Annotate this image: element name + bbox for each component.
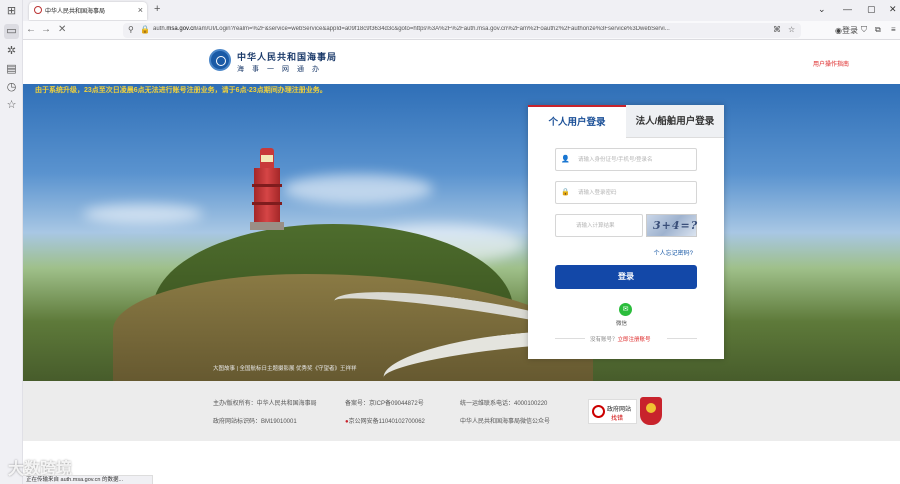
footer-hotline: 统一运维联系电话：4000100220 [460,401,548,407]
browser-status-bar: 正在传输来自 auth.msa.gov.cn 的数据... [23,475,153,484]
login-panel: 个人用户登录 法人/船舶用户登录 👤 🔒 3+4=? 个人忘记密码? 登录 ✉ … [528,105,724,359]
extensions-icon[interactable]: ✲ [4,44,19,59]
tab-list-icon[interactable]: ▭ [4,24,19,39]
divider [555,338,585,339]
tab-corporate-login[interactable]: 法人/船舶用户登录 [626,105,724,138]
site-info-icon[interactable]: ⚲ [128,25,134,34]
forgot-password-link[interactable]: 个人忘记密码? [654,248,693,257]
browser-sidebar: ⊞ ▭ ✲ ▤ ◷ ☆ [0,0,23,484]
footer-wechat-account[interactable]: 中华人民共和国海事局微信公众号 [460,416,550,425]
bookmarks-icon[interactable]: ▤ [4,62,19,77]
shield-icon[interactable]: ⛉ [861,25,867,35]
lighthouse-base [250,222,284,230]
lighthouse-glass [261,155,273,162]
user-guide-link[interactable]: 用户操作指南 [813,59,849,68]
cloud-shape [83,204,203,224]
sidebar-toggle-icon[interactable]: ⊞ [4,4,19,19]
search-icon [592,405,605,418]
maximize-icon[interactable]: ▢ [867,4,876,15]
bookmark-star-icon[interactable]: ☆ [788,25,795,34]
site-title: 中华人民共和国海事局 [237,52,338,62]
captcha-image[interactable]: 3+4=? [646,214,697,237]
address-bar[interactable]: ⚲ 🔒 auth.msa.gov.cn/am/UI/Login?realm=%2… [123,23,801,38]
extensions-puzzle-icon[interactable]: ⧉ [875,25,881,35]
msa-emblem-icon [209,49,231,71]
login-button[interactable]: 登录 [555,265,697,289]
photo-caption: 大图故事 | 全国航标日主题摄影展 优秀奖《守望者》王祥祥 [213,366,357,372]
tab-strip: 中华人民共和国海事局 × + ⌄ — ▢ ✕ [23,0,900,21]
divider [667,338,697,339]
register-link[interactable]: 立即注册账号 [618,337,651,343]
tab-personal-login[interactable]: 个人用户登录 [528,105,626,138]
wechat-icon[interactable]: ✉ [619,303,632,316]
new-tab-button[interactable]: + [154,3,160,15]
close-tab-icon[interactable]: × [138,5,143,15]
username-input[interactable] [578,154,690,166]
close-window-icon[interactable]: ✕ [889,4,897,15]
hero-banner: 由于系统升级，23点至次日凌晨6点无法进行账号注册业务，请于6点-23点期间办理… [23,84,900,381]
lighthouse-image [250,148,284,240]
stop-loading-icon[interactable]: ✕ [58,24,66,36]
site-header: 中华人民共和国海事局 海事一网通办 用户操作指南 [23,40,900,84]
lock-icon[interactable]: 🔒 [140,25,150,34]
back-icon[interactable]: ← [26,24,36,36]
page-footer: 主办/版权所有：中华人民共和国海事局 备案号：京ICP备09044872号 统一… [23,381,900,441]
forward-icon[interactable]: → [41,24,51,36]
footer-gov-code: 政府网站标识码：BM19010001 [213,419,297,425]
lighthouse-tower [254,168,280,222]
register-prompt: 没有账号？立即注册账号 [590,337,651,343]
url-text[interactable]: auth.msa.gov.cn/am/UI/Login?realm=%2F&se… [153,26,753,32]
minimize-icon[interactable]: — [843,4,852,14]
lighthouse-band [252,184,282,187]
gov-site-error-badge[interactable]: 政府网站 找错 [588,399,637,424]
browser-tab[interactable]: 中华人民共和国海事局 × [29,2,147,20]
maintenance-notice: 由于系统升级，23点至次日凌晨6点无法进行账号注册业务，请于6点-23点期间办理… [35,87,327,94]
username-field[interactable]: 👤 [555,148,697,171]
account-icon[interactable]: ◉登录 [835,25,858,36]
party-gov-badge-icon[interactable] [640,397,662,425]
translate-icon[interactable]: ⌘ [773,25,781,34]
star-icon[interactable]: ☆ [4,98,19,113]
wechat-label: 微信 [616,321,628,327]
site-favicon-icon [34,6,42,14]
navigation-bar: ← → ✕ ⚲ 🔒 auth.msa.gov.cn/am/UI/Login?re… [23,21,900,40]
password-field[interactable]: 🔒 [555,181,697,204]
cloud-shape [283,174,433,204]
history-icon[interactable]: ◷ [4,80,19,95]
footer-sponsor: 主办/版权所有：中华人民共和国海事局 [213,401,317,407]
captcha-field[interactable] [555,214,643,237]
footer-icp[interactable]: 备案号：京ICP备09044872号 [345,398,424,407]
user-icon: 👤 [561,156,570,163]
menu-icon[interactable]: ≡ [891,25,896,34]
lighthouse-band [252,202,282,205]
lock-icon: 🔒 [561,189,570,196]
captcha-text: 3+4=? [653,219,699,232]
captcha-input[interactable] [576,220,642,232]
tab-list-dropdown-icon[interactable]: ⌄ [818,4,826,15]
site-subtitle: 海事一网通办 [237,66,327,73]
password-input[interactable] [578,187,690,199]
tab-title: 中华人民共和国海事局 [45,9,106,15]
footer-police-record[interactable]: ●京公网安备11040102700062 [345,416,425,425]
